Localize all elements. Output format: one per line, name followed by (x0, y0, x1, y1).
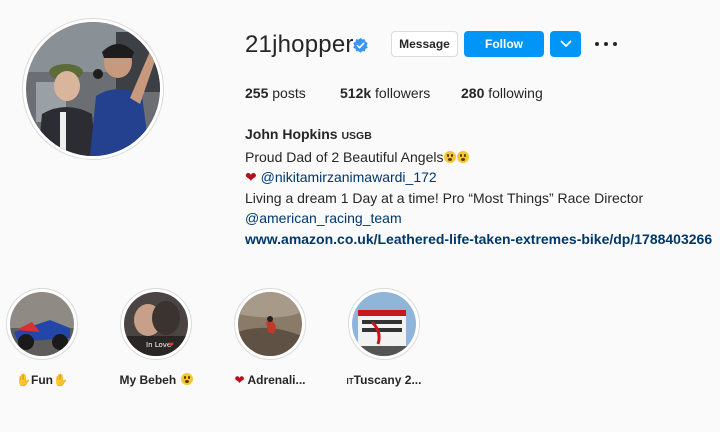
hand-icon: ✋ (53, 373, 68, 387)
heart-icon: ❤ (245, 169, 257, 185)
team-mention-link[interactable]: @american_racing_team (245, 208, 712, 229)
heart-icon: ❤ (234, 373, 245, 387)
highlight-cover: In Love ❤ (120, 288, 192, 360)
highlight-image (10, 292, 74, 356)
bio-line-2: ❤ @nikitamirzanimawardi_172 (245, 167, 712, 188)
highlight-adrenali[interactable]: ❤ Adrenali... (230, 288, 310, 387)
svg-text:❤: ❤ (168, 341, 174, 349)
follow-button[interactable]: Follow (464, 31, 544, 57)
surprised-face-icon (180, 373, 193, 385)
bio-line-3: Living a dream 1 Day at a time! Pro “Mos… (245, 189, 644, 206)
following-count: 280 (461, 85, 485, 101)
followers-stat[interactable]: 512k followers (340, 85, 430, 101)
flag-prefix: IT (346, 377, 354, 386)
profile-bio: John Hopkins USGB Proud Dad of 2 Beautif… (245, 124, 712, 249)
posts-label: posts (272, 85, 306, 101)
highlight-image (352, 292, 416, 356)
highlight-my-bebeh[interactable]: In Love ❤ My Bebeh (116, 288, 196, 387)
username: 21jhopper (245, 31, 354, 58)
flag-text: USGB (341, 130, 372, 142)
highlight-cover (234, 288, 306, 360)
grimace-face-icon (457, 150, 470, 163)
posts-stat: 255 posts (245, 85, 306, 101)
highlight-label: ✋Fun✋ (16, 373, 68, 387)
bio-line-1: Proud Dad of 2 Beautiful Angels (245, 147, 712, 168)
following-label: following (488, 85, 543, 101)
highlight-cover (348, 288, 420, 360)
grimace-face-icon (444, 150, 457, 163)
mention-link[interactable]: @nikitamirzanimawardi_172 (261, 169, 437, 185)
website-link[interactable]: www.amazon.co.uk/Leathered-life-taken-ex… (245, 229, 712, 250)
following-stat[interactable]: 280 following (461, 85, 543, 101)
full-name: John Hopkins USGB (245, 126, 372, 142)
highlight-image (238, 292, 302, 356)
hand-icon: ✋ (16, 373, 31, 387)
highlight-tuscany[interactable]: ITTuscany 2... (344, 288, 424, 387)
more-options-icon[interactable] (595, 37, 617, 51)
highlight-fun[interactable]: ✋Fun✋ (2, 288, 82, 387)
message-button[interactable]: Message (391, 31, 458, 57)
highlight-label: ❤ Adrenali... (234, 373, 306, 387)
suggested-dropdown-button[interactable] (550, 31, 581, 57)
posts-count: 255 (245, 85, 269, 101)
verified-badge-icon (353, 37, 368, 53)
avatar-photo (26, 22, 160, 156)
highlight-label: My Bebeh (116, 373, 196, 387)
highlight-image: In Love ❤ (124, 292, 188, 356)
highlight-label: ITTuscany 2... (346, 373, 422, 387)
profile-avatar[interactable] (22, 18, 164, 160)
highlight-cover (6, 288, 78, 360)
followers-label: followers (375, 85, 431, 101)
followers-count: 512k (340, 85, 372, 101)
chevron-down-icon (560, 40, 571, 47)
